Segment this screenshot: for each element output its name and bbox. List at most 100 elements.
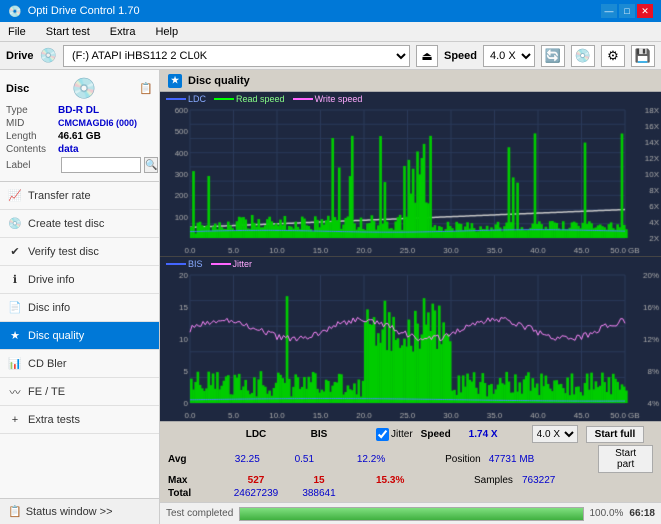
- title-bar: 💿 Opti Drive Control 1.70 — □ ✕: [0, 0, 661, 22]
- disc-info-icon: 📄: [8, 301, 22, 315]
- legend-read-speed: Read speed: [236, 94, 285, 104]
- sidebar-item-disc-quality[interactable]: ★ Disc quality: [0, 322, 159, 350]
- avg-label: Avg: [168, 454, 213, 465]
- bottom-chart-legend: BIS Jitter: [166, 259, 252, 269]
- legend-bis: BIS: [188, 259, 203, 269]
- eject-button[interactable]: ⏏: [416, 45, 438, 67]
- disc-panel-icon: 💿: [72, 76, 97, 101]
- contents-label: Contents: [6, 144, 58, 155]
- status-window-item[interactable]: 📋 Status window >>: [0, 498, 159, 524]
- mid-label: MID: [6, 118, 58, 129]
- label-label: Label: [6, 160, 58, 171]
- max-jitter: 15.3%: [376, 475, 466, 486]
- menu-bar: File Start test Extra Help: [0, 22, 661, 42]
- sidebar-item-transfer-rate[interactable]: 📈 Transfer rate: [0, 182, 159, 210]
- extra-tests-icon: +: [8, 413, 22, 427]
- drive-select[interactable]: (F:) ATAPI iHBS112 2 CL0K: [63, 45, 410, 67]
- app-icon: 💿: [8, 5, 22, 18]
- jitter-checkbox-row: Jitter: [376, 428, 413, 441]
- minimize-button[interactable]: —: [601, 4, 617, 18]
- menu-help[interactable]: Help: [151, 24, 182, 40]
- max-bis: 15: [294, 475, 344, 486]
- create-test-disc-label: Create test disc: [28, 218, 104, 230]
- dq-icon: ★: [168, 74, 182, 88]
- charts-area: LDC Read speed Write speed: [160, 92, 661, 421]
- speed-select-stats[interactable]: 4.0 X: [532, 425, 578, 443]
- extra-tests-label: Extra tests: [28, 414, 80, 426]
- sidebar-item-extra-tests[interactable]: + Extra tests: [0, 406, 159, 434]
- jitter-label: Jitter: [391, 429, 413, 440]
- avg-bis: 0.51: [282, 454, 327, 465]
- fe-te-icon: 〰: [8, 385, 22, 399]
- sidebar-item-create-test-disc[interactable]: 💿 Create test disc: [0, 210, 159, 238]
- status-window-icon: 📋: [8, 505, 22, 518]
- speed-label: Speed: [444, 50, 477, 62]
- top-chart-legend: LDC Read speed Write speed: [166, 94, 362, 104]
- transfer-rate-label: Transfer rate: [28, 190, 91, 202]
- drive-info-icon: ℹ: [8, 273, 22, 287]
- drive-label: Drive: [6, 50, 34, 62]
- jitter-checkbox[interactable]: [376, 428, 389, 441]
- bis-header: BIS: [294, 429, 344, 440]
- cd-bler-icon: 📊: [8, 357, 22, 371]
- progress-track: [239, 507, 583, 521]
- cd-bler-label: CD Bler: [28, 358, 67, 370]
- avg-jitter: 12.2%: [357, 454, 437, 465]
- save-button[interactable]: 💾: [631, 45, 655, 67]
- fe-te-label: FE / TE: [28, 386, 65, 398]
- settings-button[interactable]: ⚙: [601, 45, 625, 67]
- total-ldc: 24627239: [226, 488, 286, 499]
- verify-test-disc-icon: ✔: [8, 245, 22, 259]
- chart-bottom: BIS Jitter: [160, 257, 661, 421]
- menu-extra[interactable]: Extra: [106, 24, 140, 40]
- window-title: Opti Drive Control 1.70: [28, 5, 140, 17]
- label-input[interactable]: [61, 157, 141, 173]
- max-label: Max: [168, 475, 218, 486]
- chart-top: LDC Read speed Write speed: [160, 92, 661, 257]
- maximize-button[interactable]: □: [619, 4, 635, 18]
- progress-percent: 100.0%: [590, 508, 624, 519]
- disc-info-label: Disc info: [28, 302, 70, 314]
- sidebar-item-fe-te[interactable]: 〰 FE / TE: [0, 378, 159, 406]
- disc-quality-header: ★ Disc quality: [160, 70, 661, 92]
- start-full-button[interactable]: Start full: [586, 426, 645, 443]
- sidebar-nav: 📈 Transfer rate 💿 Create test disc ✔ Ver…: [0, 182, 159, 524]
- sidebar-item-disc-info[interactable]: 📄 Disc info: [0, 294, 159, 322]
- disc-button[interactable]: 💿: [571, 45, 595, 67]
- legend-ldc: LDC: [188, 94, 206, 104]
- start-part-button[interactable]: Start part: [598, 445, 653, 473]
- progress-fill: [240, 508, 582, 520]
- drive-bar: Drive 💿 (F:) ATAPI iHBS112 2 CL0K ⏏ Spee…: [0, 42, 661, 70]
- type-label: Type: [6, 105, 58, 116]
- position-value: 47731 MB: [489, 454, 538, 465]
- sidebar-item-cd-bler[interactable]: 📊 CD Bler: [0, 350, 159, 378]
- total-label: Total: [168, 488, 218, 499]
- content-area: ★ Disc quality LDC Read speed: [160, 70, 661, 524]
- drive-icon: 💿: [40, 47, 57, 64]
- legend-write-speed: Write speed: [315, 94, 363, 104]
- legend-jitter: Jitter: [233, 259, 253, 269]
- contents-value: data: [58, 144, 79, 155]
- ldc-header: LDC: [226, 429, 286, 440]
- type-value: BD-R DL: [58, 105, 99, 116]
- speed-select[interactable]: 4.0 X: [483, 45, 535, 67]
- speed-header: Speed: [421, 429, 461, 440]
- stats-bar: LDC BIS Jitter Speed 1.74 X 4.0 X Start …: [160, 421, 661, 502]
- sidebar-item-drive-info[interactable]: ℹ Drive info: [0, 266, 159, 294]
- sidebar-item-verify-test-disc[interactable]: ✔ Verify test disc: [0, 238, 159, 266]
- status-text: Test completed: [166, 508, 233, 519]
- length-value: 46.61 GB: [58, 131, 101, 142]
- sidebar: Disc 💿 📋 Type BD-R DL MID CMCMAGDI6 (000…: [0, 70, 160, 524]
- total-bis: 388641: [294, 488, 344, 499]
- menu-file[interactable]: File: [4, 24, 30, 40]
- label-icon-button[interactable]: 🔍: [144, 157, 158, 173]
- disc-small-icon: 📋: [139, 82, 153, 95]
- avg-ldc: 32.25: [221, 454, 274, 465]
- verify-test-disc-label: Verify test disc: [28, 246, 99, 258]
- speed-value: 1.74 X: [469, 429, 524, 440]
- close-button[interactable]: ✕: [637, 4, 653, 18]
- menu-start-test[interactable]: Start test: [42, 24, 94, 40]
- progress-area: Test completed 100.0% 66:18: [160, 502, 661, 524]
- refresh-button[interactable]: 🔄: [541, 45, 565, 67]
- create-test-disc-icon: 💿: [8, 217, 22, 231]
